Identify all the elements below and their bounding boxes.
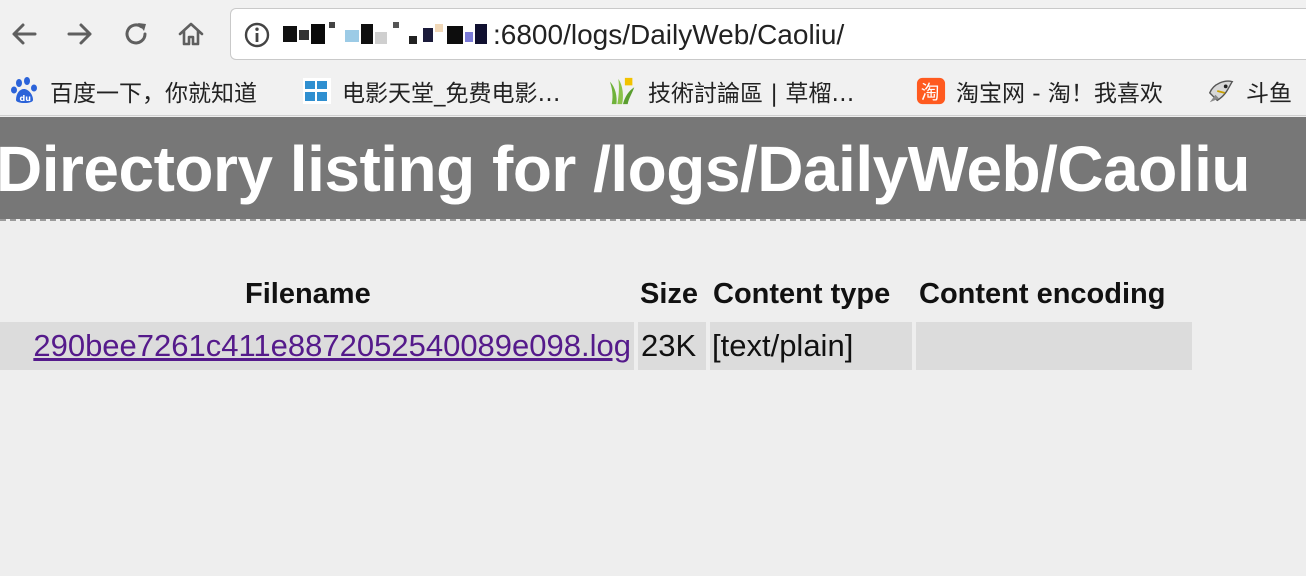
column-header-content-type: Content type — [713, 278, 891, 310]
file-link[interactable]: 290bee7261c411e8872052540089e098.log — [33, 328, 631, 364]
home-button[interactable] — [171, 14, 211, 54]
header-divider — [0, 219, 1306, 221]
arrow-left-icon — [12, 23, 37, 45]
page-title: Directory listing for /logs/DailyWeb/Cao… — [0, 133, 1250, 205]
forward-button[interactable] — [60, 14, 100, 54]
dianying-tiantang-icon — [302, 76, 332, 106]
home-icon — [178, 22, 204, 46]
directory-listing-table: Filename Size Content type Content encod… — [0, 270, 1306, 380]
content-type-value: [text/plain] — [712, 328, 854, 363]
page-header: Directory listing for /logs/DailyWeb/Cao… — [0, 117, 1306, 219]
browser-toolbar: :6800/logs/DailyWeb/Caoliu/ — [0, 0, 1306, 68]
content-encoding-cell — [916, 322, 1192, 370]
column-header-content-encoding: Content encoding — [919, 278, 1166, 310]
bookmark-taobao[interactable]: 淘 淘宝网 - 淘！我喜欢 — [916, 74, 1163, 108]
arrow-right-icon — [67, 23, 92, 45]
file-size: 23K — [641, 328, 697, 363]
filename-cell: 290bee7261c411e8872052540089e098.log — [0, 322, 634, 370]
bookmark-label: 技術討論區 | 草榴… — [648, 81, 855, 107]
bookmark-caoliu[interactable]: 技術討論區 | 草榴… — [608, 74, 854, 108]
baidu-paw-icon: du — [10, 76, 40, 106]
address-bar[interactable]: :6800/logs/DailyWeb/Caoliu/ — [230, 8, 1306, 60]
bookmark-baidu[interactable]: du 百度一下，你就知道 — [10, 74, 257, 108]
size-cell: 23K — [638, 322, 706, 370]
bookmark-dianying-tiantang[interactable]: 电影天堂_免费电影… — [302, 74, 561, 108]
column-header-size: Size — [640, 278, 699, 310]
reload-button[interactable] — [116, 14, 156, 54]
back-button[interactable] — [4, 14, 44, 54]
reload-icon — [125, 23, 147, 45]
url-text[interactable]: :6800/logs/DailyWeb/Caoliu/ — [493, 19, 844, 51]
svg-text:淘: 淘 — [921, 82, 940, 104]
bookmark-label: 斗鱼 — [1246, 81, 1292, 107]
bookmark-label: 百度一下，你就知道 — [50, 81, 257, 107]
caoliu-grass-icon — [608, 76, 638, 106]
douyu-fish-icon — [1206, 76, 1236, 106]
content-type-cell: [text/plain] — [710, 322, 912, 370]
bookmark-label: 淘宝网 - 淘！我喜欢 — [956, 81, 1163, 107]
taobao-icon: 淘 — [916, 76, 946, 106]
column-header-filename: Filename — [245, 278, 371, 310]
svg-text:du: du — [20, 94, 32, 103]
bookmark-douyu[interactable]: 斗鱼 — [1206, 74, 1292, 108]
info-icon[interactable] — [243, 21, 271, 49]
bookmarks-bar: du 百度一下，你就知道 电影天堂_免费电影… 技術討論區 | 草榴… 淘 淘宝… — [0, 68, 1306, 116]
bookmark-label: 电影天堂_免费电影… — [342, 81, 561, 107]
url-host-redacted — [283, 22, 491, 48]
